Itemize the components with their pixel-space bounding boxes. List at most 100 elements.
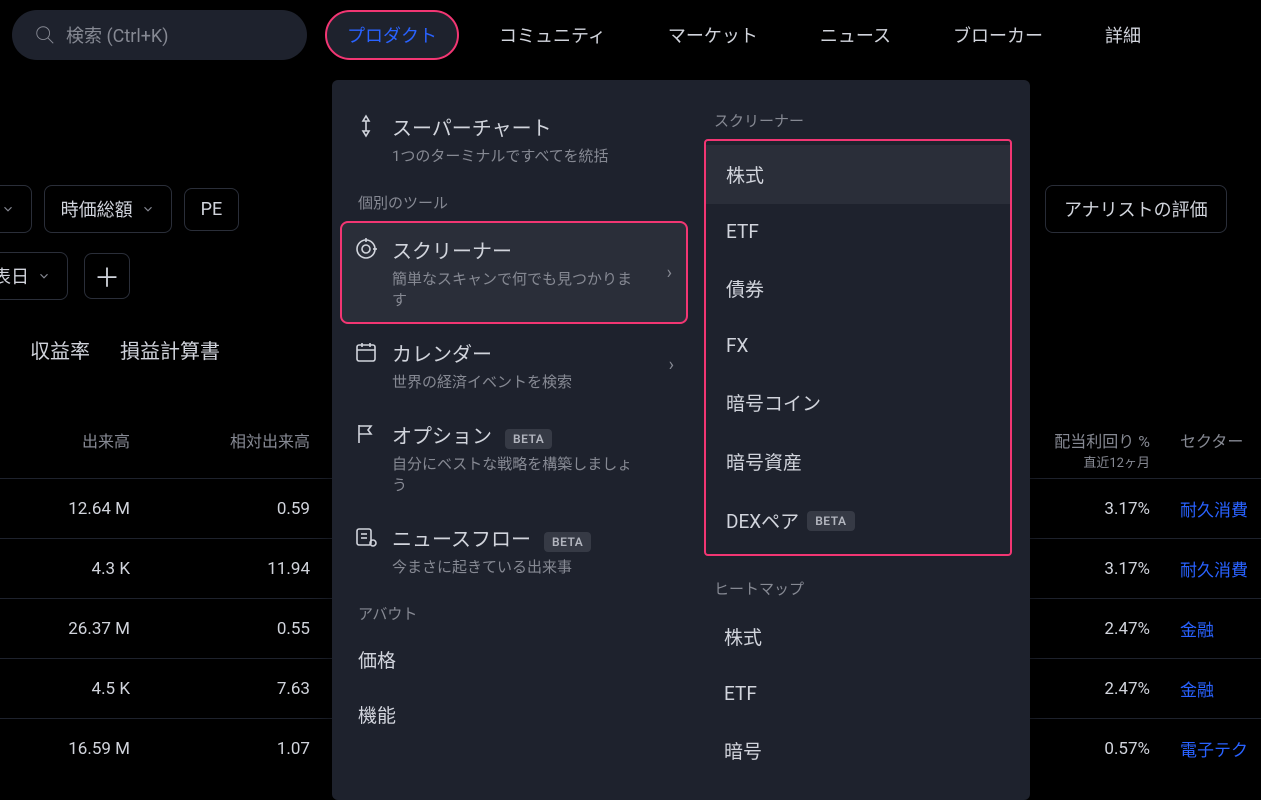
nav-broker[interactable]: ブローカー <box>931 10 1065 60</box>
menu-subtitle: 自分にベストな戦略を構築しましょう <box>392 453 642 495</box>
screener-dex-pair[interactable]: DEXペア BETA <box>706 491 1010 550</box>
chip-change-pct[interactable]: 動 % <box>0 185 32 233</box>
chip-label: 算発表日 <box>0 263 29 289</box>
target-icon <box>354 237 378 261</box>
chart-icon <box>354 114 378 138</box>
cell-volume: 12.64 M <box>0 499 130 519</box>
cell-relvol: 0.55 <box>130 619 310 639</box>
cell-relvol: 0.59 <box>130 499 310 519</box>
heatmap-crypto[interactable]: 暗号 <box>696 721 1022 780</box>
menu-title: オプション BETA <box>392 420 642 449</box>
screener-bonds[interactable]: 債券 <box>706 259 1010 318</box>
menu-title: スクリーナー <box>392 235 642 264</box>
menu-screener[interactable]: スクリーナー 簡単なスキャンで何でも見つかります › <box>340 221 688 324</box>
th-volume[interactable]: 出来高 <box>0 418 130 462</box>
cell-dividend: 3.17% <box>1020 499 1150 519</box>
menu-subtitle: 世界の経済イベントを検索 <box>392 371 572 392</box>
news-icon <box>354 525 378 549</box>
beta-badge: BETA <box>807 511 854 531</box>
cell-volume: 4.3 K <box>0 559 130 579</box>
nav-product[interactable]: プロダクト <box>325 10 459 60</box>
nav-news[interactable]: ニュース <box>798 10 913 60</box>
nav-community[interactable]: コミュニティ <box>477 10 628 60</box>
top-nav: 検索 (Ctrl+K) プロダクト コミュニティ マーケット ニュース ブローカ… <box>0 0 1261 70</box>
mega-menu-left: スーパーチャート 1つのターミナルですべてを統括 個別のツール スクリーナー 簡… <box>332 80 696 800</box>
chevron-right-icon: › <box>667 262 672 283</box>
cell-dividend: 0.57% <box>1020 739 1150 759</box>
sub-item-label: DEXペア <box>726 507 799 534</box>
chevron-right-icon: › <box>669 355 674 376</box>
filter-chips-row-2: 算発表日 ＋ <box>0 252 130 300</box>
th-sector[interactable]: セクター <box>1180 418 1243 462</box>
chip-market-cap[interactable]: 時価総額 <box>44 185 172 233</box>
chip-pe[interactable]: PE <box>184 188 240 231</box>
nav-market[interactable]: マーケット <box>646 10 780 60</box>
cell-sector[interactable]: 耐久消費 <box>1180 496 1248 521</box>
add-filter-button[interactable]: ＋ <box>84 253 130 299</box>
result-tabs: 収益率 損益計算書 <box>30 335 220 372</box>
th-dividend-yield[interactable]: 配当利回り % 直近12ヶ月 <box>1020 418 1150 481</box>
menu-title-text: オプション <box>392 424 492 448</box>
cell-volume: 26.37 M <box>0 619 130 639</box>
tab-returns[interactable]: 収益率 <box>30 335 90 372</box>
chip-label: 時価総額 <box>61 196 133 222</box>
flag-icon <box>354 422 378 446</box>
menu-subtitle: 簡単なスキャンで何でも見つかります <box>392 268 642 310</box>
th-label: 配当利回り % <box>1054 432 1150 451</box>
cell-sector[interactable]: 金融 <box>1180 616 1214 641</box>
section-tools-label: 個別のツール <box>340 180 688 221</box>
beta-badge: BETA <box>544 532 591 552</box>
chip-announce-date[interactable]: 算発表日 <box>0 252 68 300</box>
screener-fx[interactable]: FX <box>706 318 1010 373</box>
th-sublabel: 直近12ヶ月 <box>1020 452 1150 471</box>
cell-sector[interactable]: 耐久消費 <box>1180 556 1248 581</box>
heatmap-stocks[interactable]: 株式 <box>696 607 1022 666</box>
cell-relvol: 11.94 <box>130 559 310 579</box>
mega-menu-right: スクリーナー 株式 ETF 債券 FX 暗号コイン 暗号資産 DEXペア BET… <box>696 80 1030 800</box>
cell-dividend: 2.47% <box>1020 679 1150 699</box>
tab-income[interactable]: 損益計算書 <box>120 335 220 372</box>
menu-calendar[interactable]: カレンダー 世界の経済イベントを検索 › <box>340 324 688 406</box>
product-mega-menu: スーパーチャート 1つのターミナルですべてを統括 個別のツール スクリーナー 簡… <box>332 80 1030 800</box>
cell-sector[interactable]: 金融 <box>1180 676 1214 701</box>
menu-title-text: ニュースフロー <box>392 527 531 551</box>
menu-title: スーパーチャート <box>392 112 608 141</box>
section-about-label: アバウト <box>340 591 688 632</box>
cell-dividend: 3.17% <box>1020 559 1150 579</box>
heatmap-etf[interactable]: ETF <box>696 666 1022 721</box>
calendar-icon <box>354 340 378 364</box>
screener-submenu: 株式 ETF 債券 FX 暗号コイン 暗号資産 DEXペア BETA <box>704 139 1012 556</box>
menu-superchart[interactable]: スーパーチャート 1つのターミナルですべてを統括 <box>340 98 688 180</box>
cell-dividend: 2.47% <box>1020 619 1150 639</box>
section-screener-label: スクリーナー <box>696 98 1022 139</box>
menu-title: ニュースフロー BETA <box>392 523 591 552</box>
filter-chips-row: 動 % 時価総額 PE <box>0 185 239 233</box>
chevron-down-icon <box>37 269 51 283</box>
screener-etf[interactable]: ETF <box>706 204 1010 259</box>
menu-title: カレンダー <box>392 338 572 367</box>
screener-stocks[interactable]: 株式 <box>706 145 1010 204</box>
menu-about-price[interactable]: 価格 <box>340 632 688 687</box>
chevron-down-icon <box>141 202 155 216</box>
menu-options[interactable]: オプション BETA 自分にベストな戦略を構築しましょう <box>340 406 688 509</box>
menu-subtitle: 今まさに起きている出来事 <box>392 556 591 577</box>
cell-volume: 4.5 K <box>0 679 130 699</box>
chip-analyst-rating[interactable]: アナリストの評価 <box>1045 185 1227 233</box>
plus-icon: ＋ <box>94 258 120 295</box>
th-rel-volume[interactable]: 相対出来高 <box>130 418 310 462</box>
chip-label: アナリストの評価 <box>1064 196 1208 222</box>
screener-crypto-asset[interactable]: 暗号資産 <box>706 432 1010 491</box>
chip-label: PE <box>201 199 223 220</box>
cell-relvol: 1.07 <box>130 739 310 759</box>
chevron-down-icon <box>1 202 15 216</box>
beta-badge: BETA <box>505 429 552 449</box>
search-placeholder: 検索 (Ctrl+K) <box>66 22 168 48</box>
screener-crypto-coin[interactable]: 暗号コイン <box>706 373 1010 432</box>
section-heatmap-label: ヒートマップ <box>696 566 1022 607</box>
nav-more[interactable]: 詳細 <box>1083 10 1163 60</box>
search-icon <box>34 24 56 46</box>
cell-sector[interactable]: 電子テク <box>1180 736 1248 761</box>
menu-about-features[interactable]: 機能 <box>340 687 688 742</box>
search-input[interactable]: 検索 (Ctrl+K) <box>12 10 307 60</box>
menu-newsflow[interactable]: ニュースフロー BETA 今まさに起きている出来事 <box>340 509 688 591</box>
